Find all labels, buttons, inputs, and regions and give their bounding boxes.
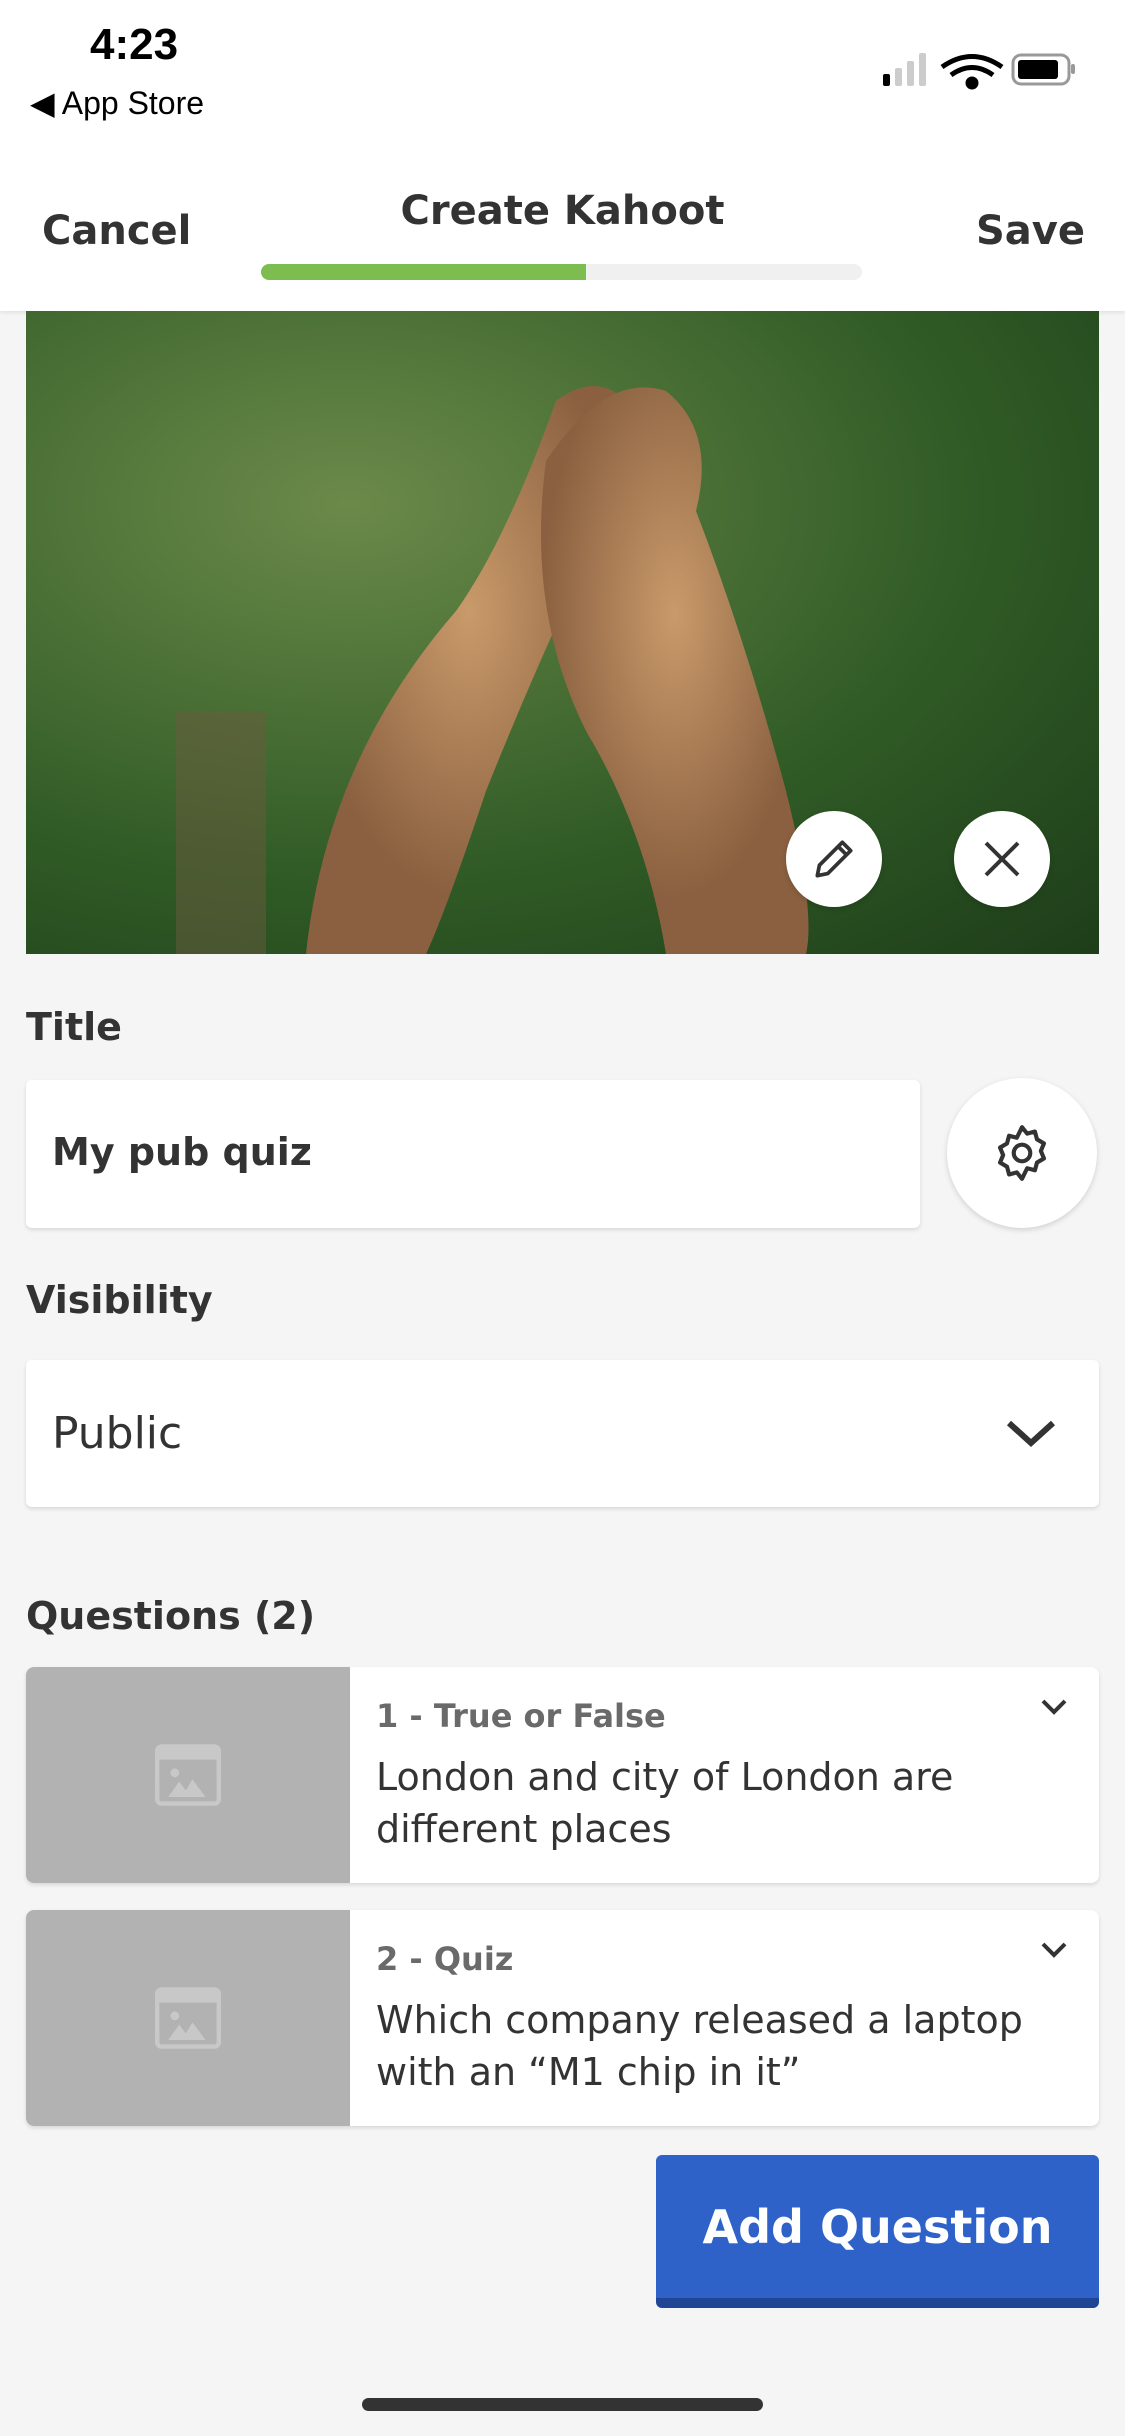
wifi-icon bbox=[940, 54, 1004, 90]
chevron-down-icon[interactable] bbox=[1039, 1940, 1069, 1960]
question-thumbnail bbox=[26, 1910, 350, 2126]
visibility-select[interactable]: Public bbox=[26, 1360, 1099, 1507]
question-text: Which company released a laptop with an … bbox=[376, 1998, 1023, 2094]
visibility-label: Visibility bbox=[26, 1278, 213, 1322]
back-triangle-icon: ◀ bbox=[30, 85, 62, 121]
remove-image-button[interactable] bbox=[954, 811, 1050, 907]
back-to-app-store[interactable]: ◀ App Store bbox=[30, 84, 204, 122]
title-label: Title bbox=[26, 1005, 122, 1049]
progress-fill bbox=[261, 264, 586, 280]
question-type: 1 - True or False bbox=[376, 1697, 666, 1735]
image-placeholder-icon bbox=[155, 1744, 221, 1806]
close-icon bbox=[984, 841, 1020, 877]
chevron-down-icon bbox=[1006, 1420, 1056, 1448]
top-nav: Cancel Create Kahoot Save bbox=[0, 150, 1125, 311]
status-icons bbox=[883, 53, 1075, 90]
back-label: App Store bbox=[61, 85, 205, 121]
settings-button[interactable] bbox=[947, 1078, 1097, 1228]
page-title: Create Kahoot bbox=[400, 188, 725, 234]
title-value: My pub quiz bbox=[52, 1130, 312, 1174]
add-question-button[interactable]: Add Question bbox=[656, 2155, 1099, 2308]
questions-heading: Questions (2) bbox=[26, 1594, 316, 1638]
progress-bar bbox=[261, 264, 862, 280]
title-input[interactable]: My pub quiz bbox=[26, 1080, 920, 1228]
pencil-icon bbox=[815, 840, 853, 878]
battery-icon bbox=[1011, 53, 1075, 86]
question-type: 2 - Quiz bbox=[376, 1940, 514, 1978]
image-placeholder-icon bbox=[155, 1987, 221, 2049]
chevron-down-icon[interactable] bbox=[1039, 1697, 1069, 1717]
edit-image-button[interactable] bbox=[786, 811, 882, 907]
question-thumbnail bbox=[26, 1667, 350, 1883]
visibility-value: Public bbox=[52, 1408, 183, 1459]
status-bar: 4:23 ◀ App Store bbox=[0, 0, 1125, 150]
save-button[interactable]: Save bbox=[976, 208, 1085, 254]
gear-icon bbox=[997, 1125, 1047, 1181]
question-card[interactable]: 2 - Quiz Which company released a laptop… bbox=[26, 1910, 1099, 2126]
question-card[interactable]: 1 - True or False London and city of Lon… bbox=[26, 1667, 1099, 1883]
home-indicator[interactable] bbox=[362, 2398, 763, 2411]
prairie-dogs-photo bbox=[176, 386, 809, 954]
question-text: London and city of London are different … bbox=[376, 1755, 954, 1851]
signal-icon bbox=[883, 53, 926, 86]
clock: 4:23 bbox=[90, 20, 179, 69]
cover-image[interactable] bbox=[26, 311, 1099, 954]
